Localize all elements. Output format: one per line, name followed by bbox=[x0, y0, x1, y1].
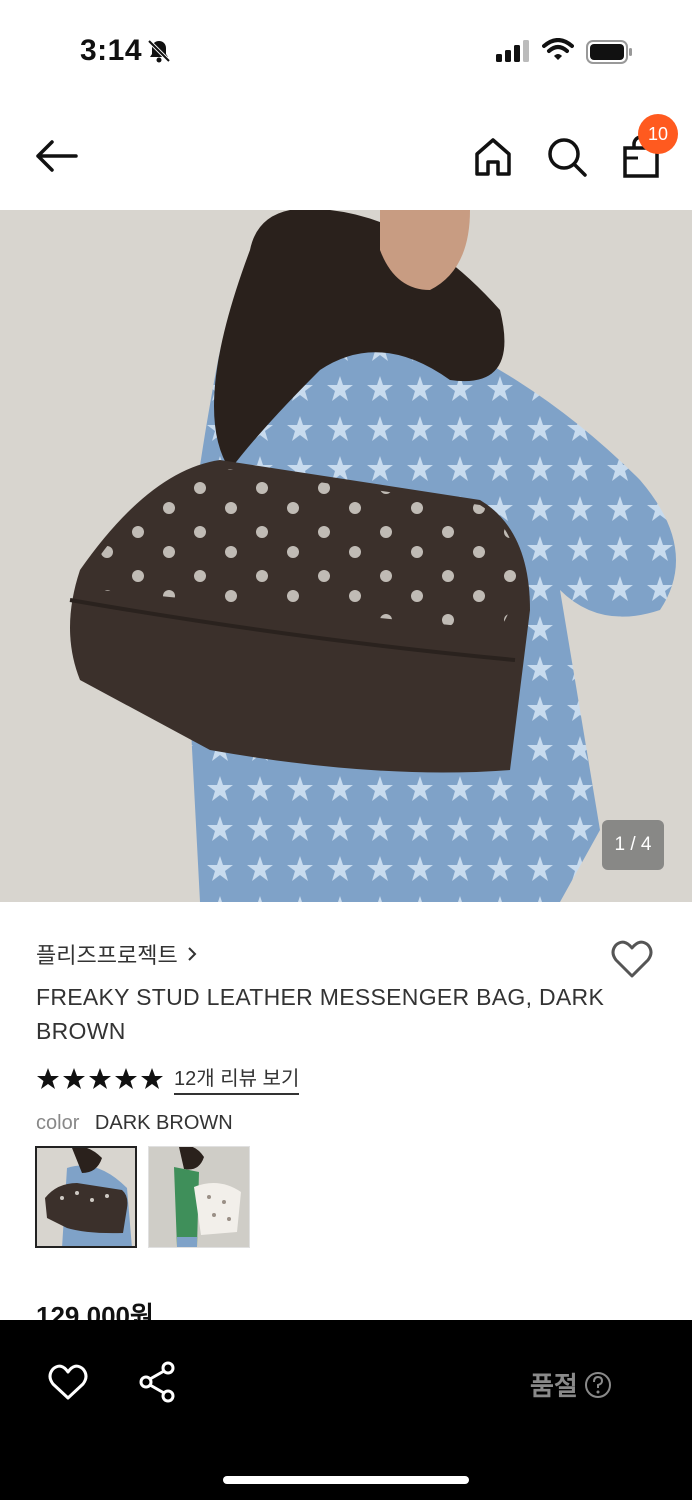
cart-count-badge: 10 bbox=[638, 114, 678, 154]
bell-off-icon bbox=[146, 38, 172, 69]
soldout-label: 품절 bbox=[530, 1371, 578, 1401]
product-name: FREAKY STUD LEATHER MESSENGER BAG, DARK … bbox=[36, 984, 605, 1044]
top-nav bbox=[0, 100, 692, 210]
star-icon bbox=[115, 1067, 137, 1089]
rating-row: 12개 리뷰 보기 bbox=[36, 1062, 300, 1095]
back-button[interactable] bbox=[30, 134, 82, 178]
chevron-right-icon bbox=[187, 947, 197, 961]
soldout-status: 품절 bbox=[530, 1366, 612, 1403]
heart-icon bbox=[48, 1364, 88, 1400]
bottom-wishlist-button[interactable] bbox=[46, 1362, 90, 1402]
color-value: DARK BROWN bbox=[94, 1112, 233, 1134]
star-icon bbox=[89, 1067, 111, 1089]
wifi-icon bbox=[542, 38, 574, 67]
product-image[interactable] bbox=[0, 210, 692, 902]
share-icon bbox=[139, 1361, 175, 1403]
star-icon bbox=[37, 1067, 59, 1089]
brand-name: 플리즈프로젝트 bbox=[36, 943, 178, 968]
brand-link[interactable]: 플리즈프로젝트 bbox=[36, 938, 198, 970]
review-link[interactable]: 12개 리뷰 보기 bbox=[174, 1062, 300, 1095]
wishlist-button[interactable] bbox=[608, 934, 656, 982]
battery-icon bbox=[586, 40, 634, 69]
bottom-action-bar: 품절 bbox=[0, 1320, 692, 1500]
arrow-left-icon bbox=[36, 140, 78, 172]
image-page-indicator: 1 / 4 bbox=[602, 820, 664, 870]
question-circle-icon[interactable] bbox=[584, 1371, 612, 1399]
cellular-signal-icon bbox=[496, 40, 532, 67]
home-indicator bbox=[223, 1476, 469, 1484]
color-label: color bbox=[36, 1112, 80, 1134]
status-time: 3:14 bbox=[80, 34, 143, 67]
color-row: color DARK BROWN bbox=[36, 1112, 233, 1135]
color-option-white[interactable] bbox=[148, 1146, 250, 1248]
home-icon bbox=[475, 138, 511, 176]
share-button[interactable] bbox=[138, 1360, 178, 1404]
search-button[interactable] bbox=[544, 134, 590, 180]
star-rating bbox=[36, 1067, 164, 1091]
search-icon bbox=[548, 138, 587, 177]
color-option-dark-brown[interactable] bbox=[35, 1146, 137, 1248]
status-bar: 3:14 bbox=[0, 0, 692, 100]
home-button[interactable] bbox=[470, 134, 516, 180]
star-icon bbox=[141, 1067, 163, 1089]
heart-icon bbox=[611, 940, 653, 978]
star-icon bbox=[63, 1067, 85, 1089]
